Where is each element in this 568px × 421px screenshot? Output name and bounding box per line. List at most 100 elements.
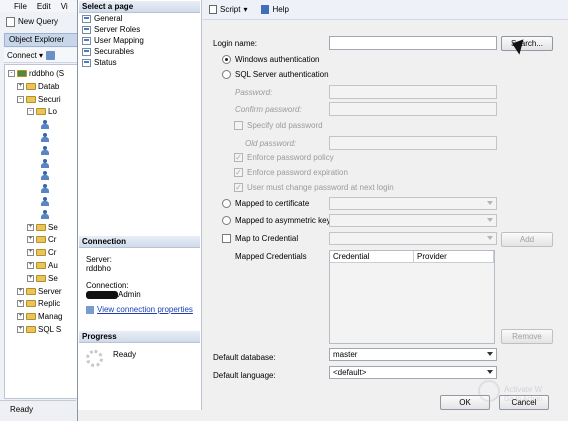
sql-auth-radio[interactable]: [222, 70, 231, 79]
view-connection-properties-link[interactable]: View connection properties: [86, 305, 193, 314]
connect-button[interactable]: Connect ▾: [7, 51, 43, 60]
tree-login-item[interactable]: [41, 133, 51, 142]
collapse-icon[interactable]: -: [17, 95, 24, 103]
menu-bar: File Edit Vi: [0, 0, 80, 12]
server-label: Server:: [86, 255, 112, 264]
page-user-mapping[interactable]: User Mapping: [82, 36, 144, 45]
tree-node[interactable]: + Manag: [17, 312, 62, 321]
expand-icon[interactable]: +: [27, 249, 34, 257]
expand-icon[interactable]: +: [27, 236, 34, 244]
folder-icon: [26, 95, 36, 103]
expand-icon[interactable]: +: [17, 82, 24, 90]
windows-auth-radio[interactable]: [222, 55, 231, 64]
tree-node[interactable]: + Datab: [17, 82, 59, 91]
redacted-username: [86, 290, 118, 299]
page-securables[interactable]: Securables: [82, 47, 134, 56]
menu-edit[interactable]: Edit: [37, 2, 51, 11]
page-status[interactable]: Status: [82, 58, 117, 67]
tree-node-label: Securi: [38, 94, 61, 104]
default-database-select[interactable]: master: [329, 348, 497, 361]
tree-node[interactable]: + Cr: [27, 248, 56, 257]
server-value: rddbho: [86, 264, 111, 273]
expand-icon[interactable]: +: [27, 262, 34, 269]
tree-node[interactable]: + Cr: [27, 235, 56, 244]
progress-header: Progress: [79, 331, 200, 343]
tree-login-item[interactable]: [41, 158, 51, 168]
expand-icon[interactable]: +: [27, 274, 34, 282]
script-icon: [209, 5, 217, 14]
expand-icon[interactable]: +: [17, 326, 24, 333]
object-explorer-tree[interactable]: - rddbho (S + Datab - Securi - Lo + Se + Cr + Cr + Au + S…: [4, 64, 78, 399]
login-new-dialog: Select a page General Server Roles User …: [77, 0, 568, 421]
collapse-icon[interactable]: -: [8, 70, 15, 77]
login-name-label: Login name:: [213, 39, 258, 48]
mapped-credentials-label: Mapped Credentials: [235, 252, 307, 261]
login-name-input[interactable]: [329, 36, 497, 50]
tree-node-label: Manag: [38, 312, 63, 322]
menu-view[interactable]: Vi: [61, 2, 68, 11]
map-credential-checkbox[interactable]: [222, 234, 231, 243]
grid-col-provider: Provider: [414, 251, 494, 262]
tree-login-item[interactable]: [41, 197, 51, 206]
tree-node[interactable]: - Securi: [17, 95, 61, 104]
page-general[interactable]: General: [82, 14, 122, 23]
tree-node-label: Datab: [38, 81, 60, 91]
main-toolbar: New Query: [0, 13, 80, 30]
tree-login-item[interactable]: [41, 209, 51, 219]
chevron-down-icon: [487, 218, 493, 222]
confirm-password-input[interactable]: [329, 102, 497, 116]
grid-col-credential: Credential: [330, 251, 414, 262]
tree-node[interactable]: - Lo: [27, 107, 57, 116]
tree-node[interactable]: + SQL S: [17, 325, 61, 334]
tree-node[interactable]: + Se: [27, 223, 58, 232]
specify-old-password-label: Specify old password: [247, 121, 323, 130]
tree-node-label: Au: [48, 261, 58, 270]
expand-icon[interactable]: +: [17, 287, 24, 295]
tree-node[interactable]: + Au: [27, 261, 58, 270]
enforce-policy-checkbox[interactable]: ✓: [234, 153, 243, 162]
folder-icon: [36, 108, 46, 116]
connect-icon[interactable]: [46, 50, 56, 60]
password-input[interactable]: [329, 85, 497, 99]
add-credential-button[interactable]: Add: [501, 232, 553, 247]
connection-header: Connection: [79, 236, 200, 248]
expand-icon[interactable]: +: [17, 300, 24, 308]
credential-select[interactable]: [329, 232, 497, 245]
new-query-button[interactable]: New Query: [18, 17, 58, 26]
specify-old-password-checkbox[interactable]: [234, 121, 243, 130]
new-query-icon: [6, 16, 15, 27]
mapped-credentials-grid[interactable]: Credential Provider: [329, 250, 495, 344]
help-button[interactable]: Help: [261, 5, 289, 14]
enforce-policy-label: Enforce password policy: [247, 153, 334, 162]
page-server-roles[interactable]: Server Roles: [82, 25, 140, 34]
script-button[interactable]: Script ▾: [209, 5, 247, 14]
tree-node-label: Replic: [38, 299, 61, 309]
collapse-icon[interactable]: -: [27, 108, 34, 116]
old-password-input[interactable]: [329, 136, 497, 150]
asym-key-select[interactable]: [329, 214, 497, 227]
menu-file[interactable]: File: [14, 2, 27, 11]
must-change-checkbox[interactable]: ✓: [234, 183, 243, 192]
default-language-select[interactable]: <default>: [329, 366, 497, 379]
tree-node[interactable]: - rddbho (S: [8, 69, 64, 78]
login-user-icon: [41, 171, 49, 181]
confirm-password-label: Confirm password:: [235, 105, 302, 114]
enforce-expiration-checkbox[interactable]: ✓: [234, 168, 243, 177]
remove-credential-button[interactable]: Remove: [501, 329, 553, 344]
expand-icon[interactable]: +: [27, 223, 34, 231]
certificate-select[interactable]: [329, 197, 497, 210]
tree-login-item[interactable]: [41, 145, 51, 155]
tree-node[interactable]: + Server: [17, 287, 62, 296]
mapped-asym-key-radio[interactable]: [222, 216, 231, 225]
expand-icon[interactable]: +: [17, 313, 24, 321]
dialog-toolbar: Script ▾ Help: [203, 0, 568, 20]
tree-login-item[interactable]: [41, 120, 51, 130]
tree-node[interactable]: + Se: [27, 274, 58, 283]
folder-icon: [26, 313, 36, 321]
tree-node-label: rddbho (S: [29, 69, 65, 78]
tree-login-item[interactable]: [41, 171, 51, 181]
tree-login-item[interactable]: [41, 184, 51, 194]
tree-node[interactable]: + Replic: [17, 299, 60, 308]
mapped-certificate-radio[interactable]: [222, 199, 231, 208]
page-icon: [82, 25, 91, 34]
